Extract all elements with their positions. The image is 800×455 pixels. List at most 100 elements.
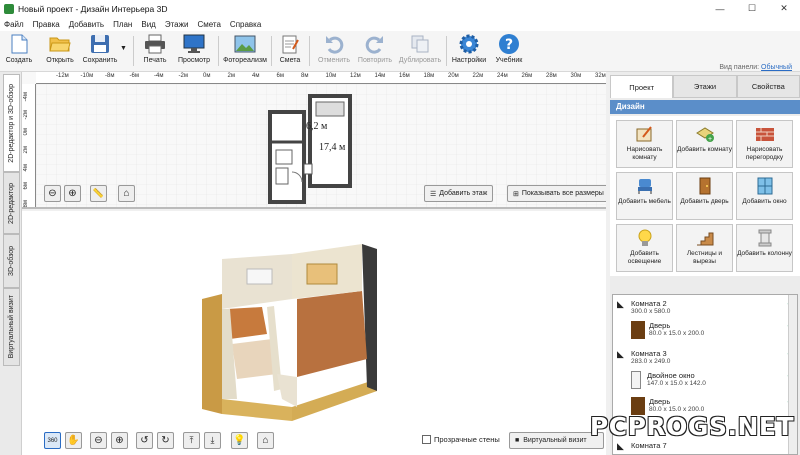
gear-icon <box>458 33 480 55</box>
list-item[interactable]: Двойное окно147.0 x 15.0 x 142.0 ● <box>631 371 792 389</box>
settings-button[interactable]: Настройки <box>451 33 487 70</box>
transparent-walls-checkbox[interactable] <box>422 435 431 444</box>
tilt-up-button[interactable]: ⤒ <box>183 432 200 449</box>
zoom-in-3d-button[interactable]: ⊕ <box>111 432 128 449</box>
room-icon: ◣ <box>617 299 624 309</box>
lighting-button[interactable]: 💡 <box>231 432 248 449</box>
menu-estimate[interactable]: Смета <box>197 20 220 29</box>
menu-plan[interactable]: План <box>113 20 132 29</box>
home-2d-button[interactable]: ⌂ <box>118 185 135 202</box>
maximize-button[interactable]: ☐ <box>736 0 768 17</box>
close-button[interactable]: ✕ <box>768 0 800 17</box>
save-button[interactable]: Сохранить <box>83 33 117 70</box>
pan-button[interactable]: ✋ <box>65 432 82 449</box>
add-floor-button[interactable]: ☰ Добавить этаж <box>424 185 494 202</box>
preview-button[interactable]: Просмотр <box>177 33 211 70</box>
rotate-left-button[interactable]: ↺ <box>136 432 153 449</box>
home-icon: ⌂ <box>262 435 269 446</box>
transparent-walls-toggle[interactable]: Прозрачные стены <box>422 435 500 444</box>
add-door-button[interactable]: Добавить дверь <box>676 172 733 220</box>
hand-icon: ✋ <box>67 435 80 446</box>
panel-view-link[interactable]: Обычный <box>761 64 792 71</box>
house-3d-model[interactable] <box>182 239 392 429</box>
title-bar: Новый проект - Дизайн Интерьера 3D — ☐ ✕ <box>0 0 800 17</box>
orbit-button[interactable]: 360 <box>44 432 61 449</box>
menu-file[interactable]: Файл <box>4 20 24 29</box>
minimize-button[interactable]: — <box>704 0 736 17</box>
draw-room-button[interactable]: Нарисовать комнату <box>616 120 673 168</box>
ruler-h-label: 8м <box>301 73 309 79</box>
draw-partition-button[interactable]: Нарисовать перегородку <box>736 120 793 168</box>
create-button[interactable]: Создать <box>4 33 34 70</box>
undo-button[interactable]: Отменить <box>316 33 352 70</box>
floppy-icon <box>89 33 111 55</box>
ruler-h-label: 0м <box>203 73 211 79</box>
list-item[interactable]: ◣ Комната 3283.0 x 249.0 ● <box>617 349 792 365</box>
home-3d-button[interactable]: ⌂ <box>257 432 274 449</box>
right-panel: Проект Этажи Свойства Дизайн Нарисовать … <box>610 72 800 455</box>
tab-2d[interactable]: 2D-редактор <box>3 172 20 234</box>
watermark: PCPROGS.NET <box>589 412 794 441</box>
window-title: Новый проект - Дизайн Интерьера 3D <box>18 3 168 14</box>
open-button[interactable]: Открыть <box>44 33 76 70</box>
ruler-h-label: 16м <box>399 73 410 79</box>
tilt-down-button[interactable]: ⤓ <box>204 432 221 449</box>
orbit-360-icon: 360 <box>47 437 58 444</box>
zoom-out-2d-button[interactable]: ⊖ <box>44 185 61 202</box>
toolbar: Создать Открыть Сохранить ▼ Печать Просм… <box>0 31 800 72</box>
list-item[interactable]: Дверь80.0 x 15.0 x 200.0 ● <box>631 321 792 339</box>
tab-virtual-visit[interactable]: Виртуальный визит <box>3 288 20 366</box>
ruler-v-label: -4м <box>23 92 29 102</box>
save-dropdown-icon[interactable]: ▼ <box>120 45 127 52</box>
add-furniture-button[interactable]: Добавить мебель <box>616 172 673 220</box>
list-item[interactable]: ◣ Комната 7 <box>617 441 792 452</box>
stairs-cutouts-button[interactable]: Лестницы и вырезы <box>676 224 733 272</box>
ruler-h-label: 4м <box>252 73 260 79</box>
ruler-v-label: 4м <box>23 164 29 172</box>
menu-add[interactable]: Добавить <box>69 20 104 29</box>
ruler-h-label: -10м <box>80 73 94 79</box>
duplicate-button[interactable]: Дублировать <box>398 33 442 70</box>
view-3d[interactable]: 360 ✋ ⊖ ⊕ ↺ ↻ ⤒ ⤓ 💡 ⌂ Прозрачные стены ■… <box>22 211 606 455</box>
floor-plan[interactable] <box>262 92 362 204</box>
tilt-up-icon: ⤒ <box>189 435 194 445</box>
design-tools-grid: Нарисовать комнату + Добавить комнату Нар… <box>610 116 800 276</box>
tab-floors[interactable]: Этажи <box>673 75 737 98</box>
list-item[interactable]: ◣ Комната 2300.0 x 580.0 ● <box>617 299 792 315</box>
plan-2d-view[interactable]: -12м -10м -8м -6м -4м -2м 0м 2м 4м 6м 8м 10м 12м 14м 1… <box>22 72 606 209</box>
menu-bar: Файл Правка Добавить План Вид Этажи Смет… <box>0 17 800 31</box>
ruler-h-label: -8м <box>105 73 115 79</box>
draw-room-icon <box>634 124 656 144</box>
tab-properties[interactable]: Свойства <box>736 75 800 98</box>
menu-view[interactable]: Вид <box>141 20 155 29</box>
add-column-button[interactable]: Добавить колонну <box>736 224 793 272</box>
estimate-button[interactable]: Смета <box>276 33 304 70</box>
show-all-dims-button[interactable]: ⊞ Показывать все размеры <box>507 185 606 202</box>
tab-3d[interactable]: 3D-обзор <box>3 234 20 288</box>
rotate-right-button[interactable]: ↻ <box>157 432 174 449</box>
redo-button[interactable]: Повторить <box>356 33 394 70</box>
zoom-in-2d-button[interactable]: ⊕ <box>64 185 81 202</box>
tab-2d-3d[interactable]: 2D-редактор и 3D-обзор <box>3 74 20 172</box>
photoreal-button[interactable]: Фотореализм <box>223 33 267 70</box>
ruler-h-label: 20м <box>448 73 459 79</box>
photo-icon <box>234 33 256 55</box>
room2-area-label: 17,4 м <box>319 142 346 153</box>
menu-edit[interactable]: Правка <box>33 20 60 29</box>
add-lighting-button[interactable]: Добавить освещение <box>616 224 673 272</box>
add-window-button[interactable]: Добавить окно <box>736 172 793 220</box>
add-room-button[interactable]: + Добавить комнату <box>676 120 733 168</box>
door-icon <box>631 321 645 339</box>
menu-help[interactable]: Справка <box>230 20 261 29</box>
room-icon: ◣ <box>617 441 624 451</box>
tab-project[interactable]: Проект <box>610 75 674 98</box>
measure-button[interactable]: 📏 <box>90 185 107 202</box>
ruler-h-label: 26м <box>521 73 533 79</box>
menu-floors[interactable]: Этажи <box>165 20 189 29</box>
zoom-out-icon: ⊖ <box>48 188 57 199</box>
print-button[interactable]: Печать <box>140 33 170 70</box>
tutorial-button[interactable]: ? Учебник <box>493 33 525 70</box>
rotate-right-icon: ↻ <box>161 435 170 446</box>
zoom-out-3d-button[interactable]: ⊖ <box>90 432 107 449</box>
horizontal-ruler: -12м -10м -8м -6м -4м -2м 0м 2м 4м 6м 8м 10м 12м 14м 1… <box>36 72 606 84</box>
